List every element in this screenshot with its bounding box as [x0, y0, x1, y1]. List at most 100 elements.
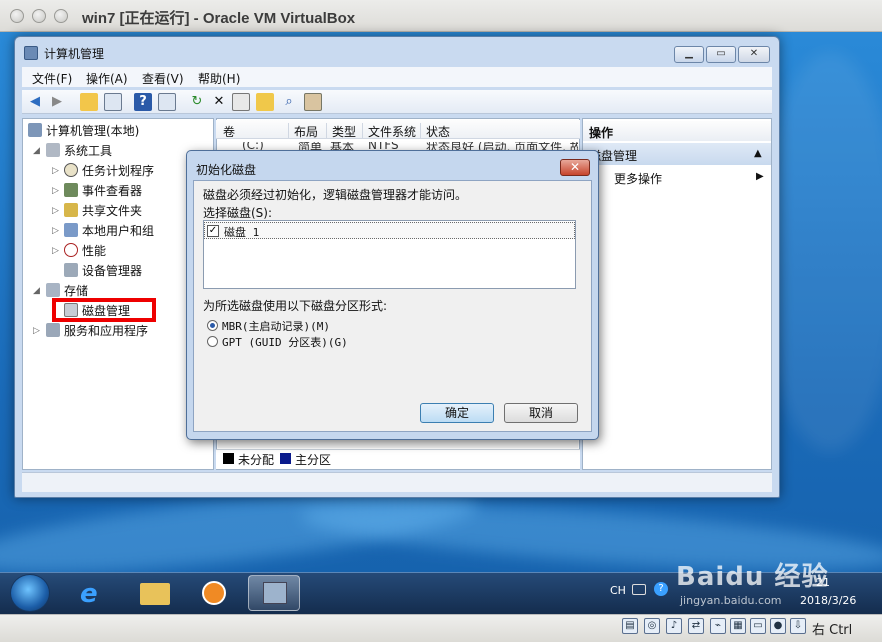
collapsed-arrow-icon[interactable]: ▷	[52, 226, 59, 236]
hard-disk-icon[interactable]: ▤	[622, 618, 638, 634]
clock-date[interactable]: 2018/3/26	[800, 594, 856, 607]
open-folder-icon[interactable]	[256, 93, 274, 111]
collapse-arrow-icon[interactable]: ▲	[754, 148, 762, 159]
cancel-button[interactable]: 取消	[504, 403, 578, 423]
column-layout[interactable]: 布局	[288, 123, 326, 139]
tree-root[interactable]: 计算机管理(本地)	[28, 122, 139, 139]
highlight-annotation-box	[52, 298, 156, 322]
mbr-radio[interactable]	[207, 320, 218, 331]
ok-button[interactable]: 确定	[420, 403, 494, 423]
menu-file[interactable]: 文件(F)	[32, 70, 72, 87]
collapsed-arrow-icon[interactable]: ▷	[52, 166, 59, 176]
tree-device-manager[interactable]: 设备管理器	[64, 262, 142, 279]
table-row[interactable]: (C:) 简单 基本 NTFS 状态良好 (启动, 页面文件, 故	[218, 142, 578, 150]
watermark-url: jingyan.baidu.com	[680, 594, 782, 607]
tree-system-tools[interactable]: 系统工具	[46, 142, 112, 159]
baidu-watermark: Baidu 经验	[676, 562, 829, 592]
language-indicator[interactable]: CH	[610, 584, 626, 597]
mbr-option-label[interactable]: MBR(主启动记录)(M)	[222, 318, 330, 334]
recording-icon[interactable]: ●	[770, 618, 786, 634]
vbox-minimize-button[interactable]	[32, 9, 46, 23]
up-folder-icon[interactable]	[80, 93, 98, 111]
tree-event-viewer[interactable]: 事件查看器	[64, 182, 142, 199]
clock-icon	[64, 163, 78, 177]
minimize-button[interactable]: ▁	[674, 46, 704, 63]
taskbar-computer-management[interactable]	[248, 575, 300, 611]
actions-pane	[582, 118, 772, 470]
gpt-radio[interactable]	[207, 336, 218, 347]
display-icon[interactable]: ▭	[750, 618, 766, 634]
storage-icon	[46, 283, 60, 297]
computer-management-icon	[24, 46, 38, 60]
tree-local-users[interactable]: 本地用户和组	[64, 222, 154, 239]
maximize-button[interactable]: ▭	[706, 46, 736, 63]
legend-primary: 主分区	[295, 453, 332, 467]
taskbar-ie[interactable]: e	[68, 575, 120, 611]
optical-drive-icon[interactable]: ◎	[644, 618, 660, 634]
show-tree-icon[interactable]	[104, 93, 122, 111]
dialog-title: 初始化磁盘	[196, 163, 257, 177]
collapsed-arrow-icon[interactable]: ▷	[52, 206, 59, 216]
event-viewer-icon	[64, 183, 78, 197]
collapsed-arrow-icon[interactable]: ▷	[52, 186, 59, 196]
column-type[interactable]: 类型	[326, 123, 362, 139]
dialog-message: 磁盘必须经过初始化，逻辑磁盘管理器才能访问。	[203, 188, 468, 202]
taskbar-explorer[interactable]	[128, 575, 180, 611]
vbox-close-button[interactable]	[10, 9, 24, 23]
column-status[interactable]: 状态	[420, 123, 578, 139]
usb-icon[interactable]: ⌁	[710, 618, 726, 634]
expanded-arrow-icon[interactable]: ◢	[33, 146, 40, 156]
internet-explorer-icon: e	[80, 579, 98, 609]
media-player-icon	[202, 581, 226, 605]
computer-management-icon	[263, 582, 287, 604]
menu-action[interactable]: 操作(A)	[86, 70, 128, 87]
tree-storage[interactable]: 存储	[46, 282, 88, 299]
partition-style-label: 为所选磁盘使用以下磁盘分区形式:	[203, 299, 388, 313]
vbox-maximize-button[interactable]	[54, 9, 68, 23]
properties-icon[interactable]	[232, 93, 250, 111]
services-icon	[46, 323, 60, 337]
tree-shared-folders[interactable]: 共享文件夹	[64, 202, 142, 219]
more-actions-item[interactable]: 更多操作	[614, 170, 662, 187]
menu-view[interactable]: 查看(V)	[142, 70, 184, 87]
device-manager-icon	[64, 263, 78, 277]
delete-icon[interactable]: ✕	[210, 93, 228, 111]
keyboard-icon[interactable]	[632, 584, 646, 595]
folder-icon	[140, 583, 170, 605]
search-icon[interactable]: ⌕	[280, 93, 298, 111]
tree-task-scheduler[interactable]: 任务计划程序	[64, 162, 154, 179]
tree-performance[interactable]: 性能	[64, 242, 106, 259]
tools-icon	[46, 143, 60, 157]
network-icon[interactable]: ⇄	[688, 618, 704, 634]
dialog-close-button[interactable]: ✕	[560, 159, 590, 176]
close-button[interactable]: ✕	[738, 46, 770, 63]
disk-list-item[interactable]	[204, 222, 575, 239]
gpt-option-label[interactable]: GPT (GUID 分区表)(G)	[222, 334, 348, 350]
back-icon[interactable]: ◀	[26, 93, 44, 111]
action-pane-icon[interactable]	[158, 93, 176, 111]
mouse-integration-icon[interactable]: ⇩	[790, 618, 806, 634]
collapsed-arrow-icon[interactable]: ▷	[33, 326, 40, 336]
menu-help[interactable]: 帮助(H)	[198, 70, 240, 87]
start-button[interactable]	[10, 574, 50, 612]
help-icon[interactable]: ?	[134, 93, 152, 111]
expanded-arrow-icon[interactable]: ◢	[33, 286, 40, 296]
disk-icon[interactable]	[304, 93, 322, 111]
window-title: 计算机管理	[44, 47, 105, 61]
audio-icon[interactable]: ♪	[666, 618, 682, 634]
primary-swatch	[280, 453, 291, 464]
refresh-icon[interactable]: ↻	[188, 93, 206, 111]
disk-checkbox[interactable]: ✓	[207, 225, 219, 237]
disk-item-label: 磁盘 1	[224, 226, 260, 239]
shared-folders-icon[interactable]: ▦	[730, 618, 746, 634]
host-key-label: 右 Ctrl	[812, 623, 853, 638]
help-tray-icon[interactable]: ?	[654, 582, 668, 596]
collapsed-arrow-icon[interactable]: ▷	[52, 246, 59, 256]
performance-icon	[64, 243, 78, 257]
column-filesystem[interactable]: 文件系统	[362, 123, 420, 139]
forward-icon[interactable]: ▶	[48, 93, 66, 111]
taskbar-media-player[interactable]	[188, 575, 240, 611]
tree-services-apps[interactable]: 服务和应用程序	[46, 322, 148, 339]
submenu-arrow-icon: ▶	[756, 171, 764, 182]
column-volume[interactable]: 卷	[218, 123, 288, 139]
